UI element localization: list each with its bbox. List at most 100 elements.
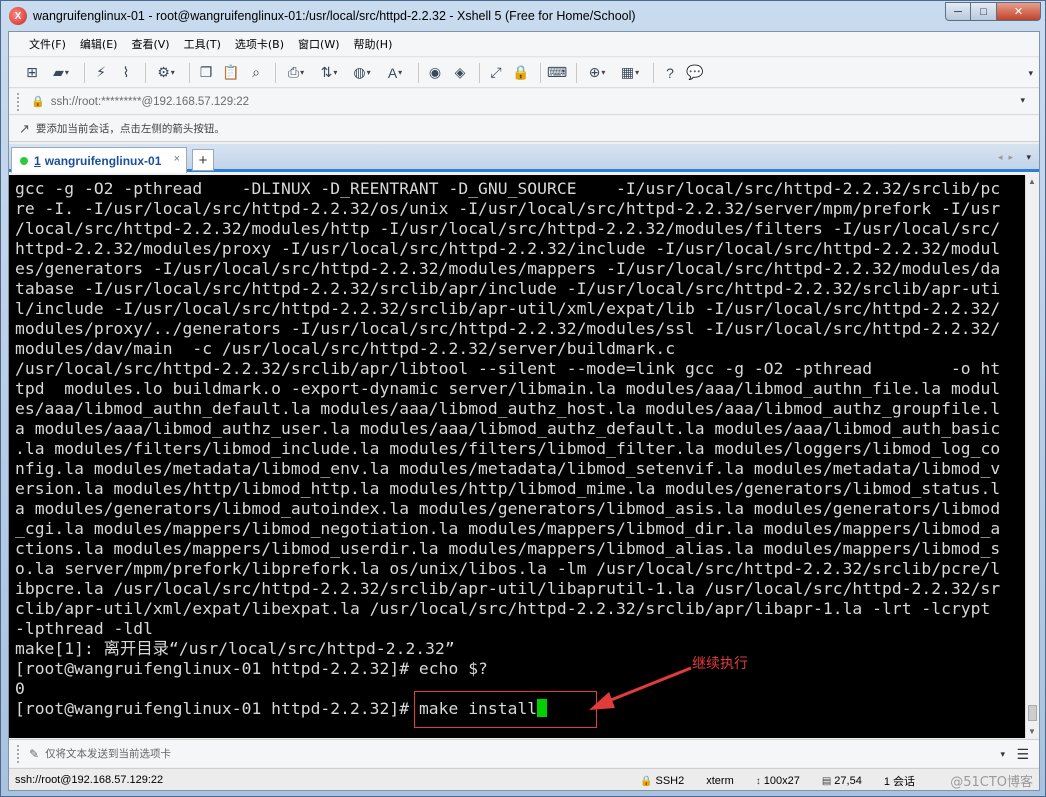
menu-icon[interactable]: ☰ xyxy=(1016,746,1029,763)
menu-file[interactable]: 文件(F) xyxy=(29,36,66,52)
tab-bar: 1 wangruifenglinux-01 × + ◂▸ ▾ xyxy=(9,144,1039,173)
xshell-logo-icon[interactable]: X xyxy=(9,7,27,25)
terminal-line: -lpthread -ldl xyxy=(15,619,153,638)
keyboard-icon[interactable]: ⌨ xyxy=(546,62,568,84)
grip-handle[interactable] xyxy=(17,92,21,111)
terminal-line: a modules/aaa/libmod_authz_user.la modul… xyxy=(15,419,1001,438)
print-icon[interactable]: ⎙ xyxy=(281,62,311,84)
watermark: @51CTO博客 xyxy=(950,771,1033,790)
terminal-line: ersion.la modules/http/libmod_http.la mo… xyxy=(15,479,1001,498)
arrow-icon[interactable]: ↗ xyxy=(19,121,30,137)
layout-icon[interactable]: ▦ xyxy=(615,62,645,84)
terminal-line: _cgi.la modules/mappers/libmod_negotiati… xyxy=(15,519,1001,538)
minimize-button[interactable]: ─ xyxy=(945,2,971,21)
terminal-line: httpd-2.2.32/modules/proxy -I/usr/local/… xyxy=(15,239,1001,258)
status-size-text: 100x27 xyxy=(763,775,800,787)
xftp-icon[interactable]: ◉ xyxy=(424,62,446,84)
terminal-line: ibpcre.la /usr/local/src/httpd-2.2.32/sr… xyxy=(15,579,1001,598)
toolbar-separator xyxy=(479,62,480,83)
toolbar-separator xyxy=(653,62,654,83)
terminal-line: /usr/local/src/httpd-2.2.32/srclib/apr/l… xyxy=(15,359,1001,378)
send-input[interactable]: 仅将文本发送到当前选项卡 xyxy=(45,746,171,761)
terminal-line: ctions.la modules/mappers/libmod_userdir… xyxy=(15,539,1001,558)
window-controls: ─ □ ✕ xyxy=(945,2,1041,21)
scroll-thumb[interactable] xyxy=(1028,705,1037,721)
terminal-line: es/generators -I/usr/local/src/httpd-2.2… xyxy=(15,259,1001,278)
terminal-line: o.la server/mpm/prefork/libprefork.la os… xyxy=(15,559,1001,578)
tab-scroll-icon[interactable]: ◂▸ xyxy=(998,152,1019,163)
status-connection: ssh://root@192.168.57.129:22 xyxy=(15,773,164,786)
toolbar-separator xyxy=(418,62,419,83)
help-icon[interactable]: ? xyxy=(659,62,681,84)
close-tab-icon[interactable]: × xyxy=(174,153,180,165)
window-title: wangruifenglinux-01 - root@wangruifengli… xyxy=(33,9,636,23)
status-cursor-text: 27,54 xyxy=(834,775,862,787)
menu-tab[interactable]: 选项卡(B) xyxy=(235,36,284,52)
grip-handle[interactable] xyxy=(17,744,21,763)
terminal-line: [root@wangruifenglinux-01 httpd-2.2.32]#… xyxy=(15,659,488,678)
connect-icon[interactable]: ⚡ xyxy=(90,62,112,84)
tab-number: 1 xyxy=(34,153,41,168)
terminal-line: tabase -I/usr/local/src/httpd-2.2.32/src… xyxy=(15,279,1001,298)
open-folder-icon[interactable]: ▰ xyxy=(46,62,76,84)
chat-icon[interactable]: 💬 xyxy=(684,62,706,84)
address-input[interactable]: ssh://root:*********@192.168.57.129:22 xyxy=(51,96,249,108)
status-protocol-text: SSH2 xyxy=(655,775,685,787)
terminal-line: clib/apr-util/xml/expat/libexpat.la /usr… xyxy=(15,599,991,618)
connected-status-icon xyxy=(20,156,28,165)
fullscreen-icon[interactable]: ⤢ xyxy=(485,62,507,84)
script-icon[interactable]: ◈ xyxy=(449,62,471,84)
terminal-line: es/aaa/libmod_authn_default.la modules/a… xyxy=(15,399,1001,418)
lock-icon[interactable]: 🔒 xyxy=(510,62,532,84)
toolbar-overflow-icon[interactable]: ▾ xyxy=(1028,68,1033,79)
tab-list-icon[interactable]: ▾ xyxy=(1026,152,1031,163)
status-bar: ssh://root@192.168.57.129:22 🔒 SSH2 xterm… xyxy=(9,768,1039,790)
add-tab-icon[interactable]: ⊕ xyxy=(582,62,612,84)
menu-edit[interactable]: 编辑(E) xyxy=(80,36,118,52)
send-icon[interactable]: ✎ xyxy=(29,747,39,761)
cursor-position-icon: ▤ xyxy=(821,775,832,787)
font-icon[interactable]: A xyxy=(380,62,410,84)
scroll-down-icon[interactable]: ▼ xyxy=(1028,727,1036,736)
paste-icon[interactable]: 📋 xyxy=(220,62,242,84)
title-bar[interactable]: X wangruifenglinux-01 - root@wangruifeng… xyxy=(1,1,1045,31)
session-hint-bar: ↗ 要添加当前会话，点击左侧的箭头按钮。 xyxy=(9,116,1039,142)
terminal-output[interactable]: gcc -g -O2 -pthread -DLINUX -D_REENTRANT… xyxy=(9,175,1025,738)
toolbar-separator xyxy=(145,62,146,83)
close-window-button[interactable]: ✕ xyxy=(997,2,1041,21)
terminal-line: gcc -g -O2 -pthread -DLINUX -D_REENTRANT… xyxy=(15,179,1001,198)
menu-tools[interactable]: 工具(T) xyxy=(184,36,221,52)
send-bar: ✎ 仅将文本发送到当前选项卡 ▾ ☰ xyxy=(9,739,1039,767)
address-dropdown-icon[interactable]: ▾ xyxy=(1020,95,1025,106)
terminal-line: modules/dav/main -c /usr/local/src/httpd… xyxy=(15,339,676,358)
menu-bar: 文件(F) 编辑(E) 查看(V) 工具(T) 选项卡(B) 窗口(W) 帮助(… xyxy=(9,32,1039,57)
transfer-icon[interactable]: ⇅ xyxy=(314,62,344,84)
maximize-button[interactable]: □ xyxy=(971,2,997,21)
client-area: 文件(F) 编辑(E) 查看(V) 工具(T) 选项卡(B) 窗口(W) 帮助(… xyxy=(8,31,1040,791)
annotation-highlight-box xyxy=(414,691,597,728)
lock-icon: 🔒 xyxy=(31,96,45,108)
send-dropdown-icon[interactable]: ▾ xyxy=(1000,749,1005,760)
properties-icon[interactable]: ⚙ xyxy=(151,62,181,84)
shell-prompt: [root@wangruifenglinux-01 httpd-2.2.32]# xyxy=(15,699,419,718)
find-icon[interactable]: ⌕ xyxy=(245,62,267,84)
add-tab-button[interactable]: + xyxy=(192,149,214,171)
resize-icon: ↕ xyxy=(755,775,761,787)
menu-window[interactable]: 窗口(W) xyxy=(298,36,339,52)
xshell-window: X wangruifenglinux-01 - root@wangruifeng… xyxy=(0,0,1046,797)
tab-session[interactable]: 1 wangruifenglinux-01 × xyxy=(11,147,187,173)
menu-help[interactable]: 帮助(H) xyxy=(354,36,393,52)
status-protocol: 🔒 SSH2 xyxy=(640,775,684,787)
lock-icon: 🔒 xyxy=(640,775,653,787)
copy-icon[interactable]: ❐ xyxy=(195,62,217,84)
scroll-up-icon[interactable]: ▲ xyxy=(1028,177,1036,186)
new-session-icon[interactable]: ⊞ xyxy=(21,62,43,84)
terminal-scrollbar[interactable]: ▲ ▼ xyxy=(1025,175,1039,738)
terminal-line: .la modules/filters/libmod_include.la mo… xyxy=(15,439,1001,458)
disconnect-icon[interactable]: ⌇ xyxy=(115,62,137,84)
globe-icon[interactable]: ◍ xyxy=(347,62,377,84)
status-size: ↕ 100x27 xyxy=(756,775,800,787)
menu-view[interactable]: 查看(V) xyxy=(131,36,169,52)
terminal-line: a modules/generators/libmod_autoindex.la… xyxy=(15,499,1001,518)
terminal-line: re -I. -I/usr/local/src/httpd-2.2.32/os/… xyxy=(15,199,1001,218)
